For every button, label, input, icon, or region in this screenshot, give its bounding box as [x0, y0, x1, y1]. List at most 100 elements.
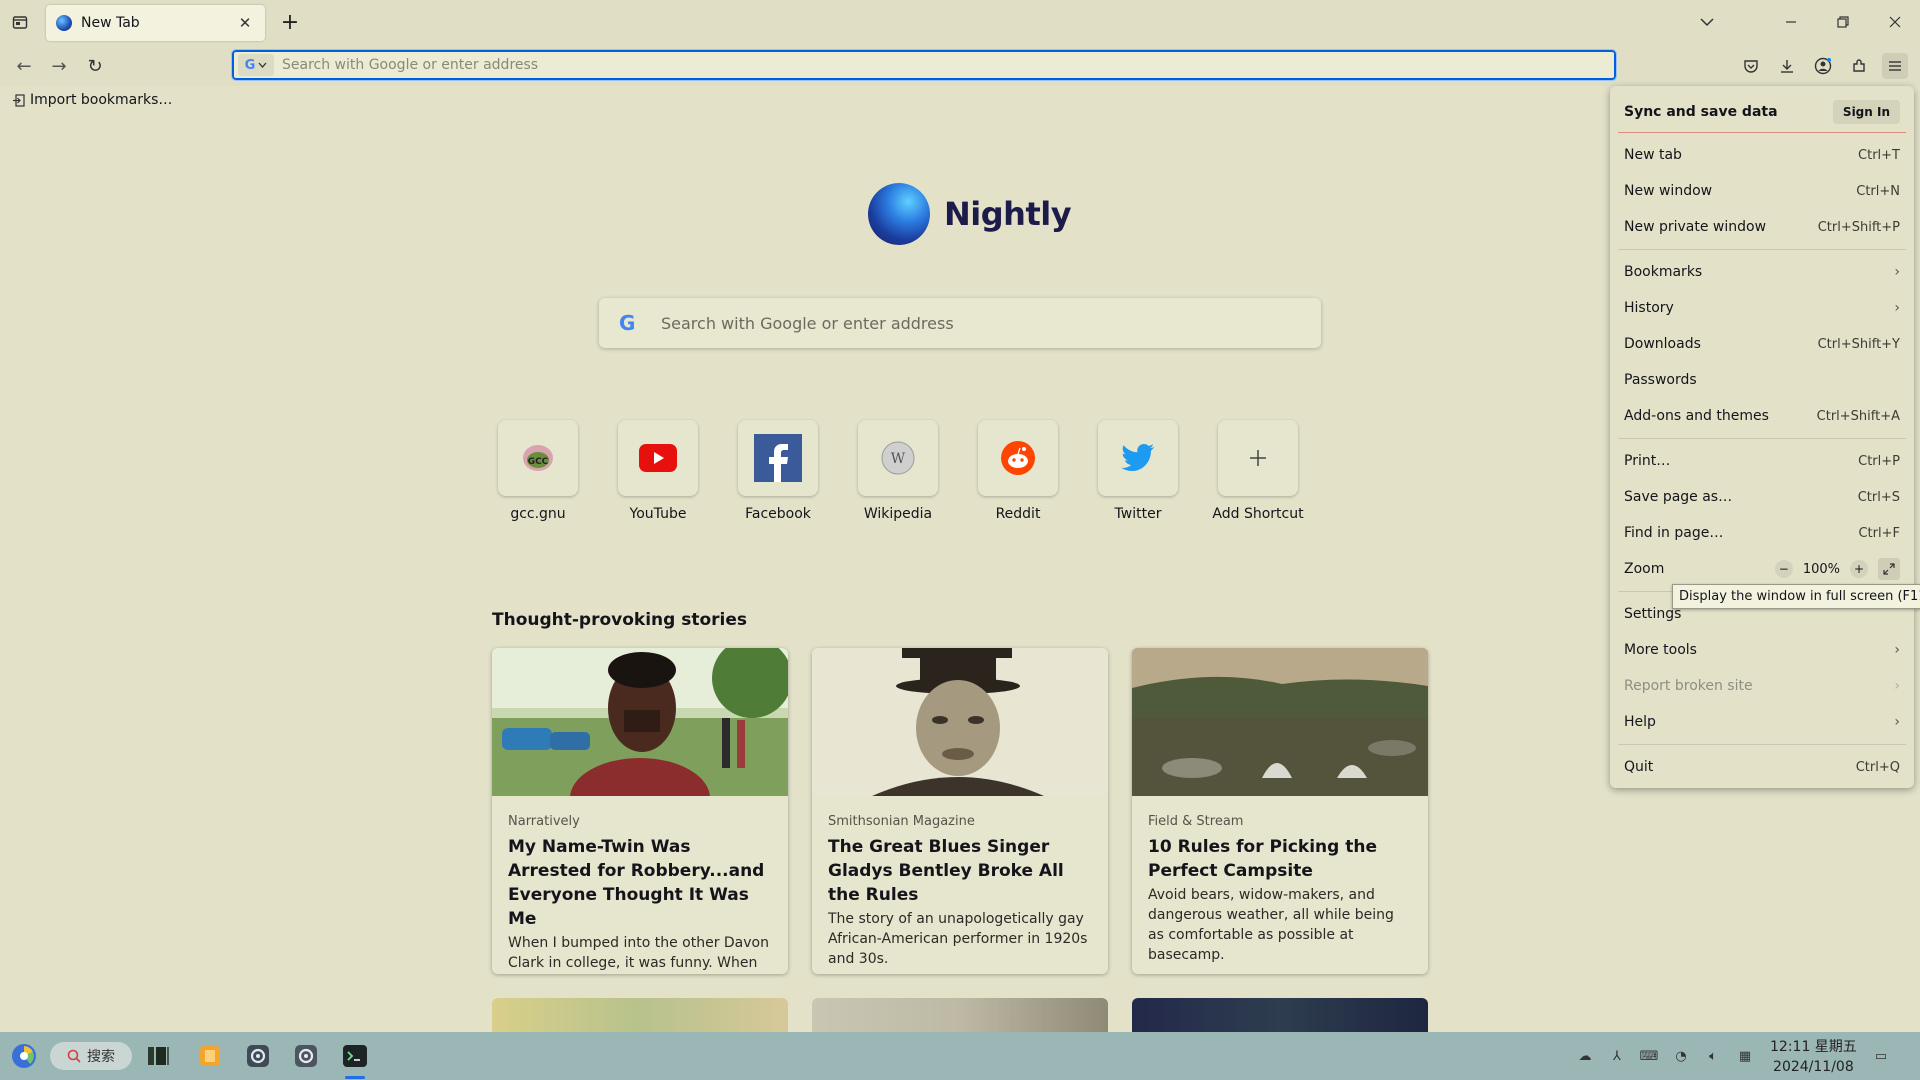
shortcut-label: Twitter — [1114, 506, 1162, 522]
list-all-tabs-icon[interactable] — [1692, 10, 1722, 34]
file-manager-icon[interactable] — [196, 1042, 224, 1070]
fullscreen-icon[interactable] — [1878, 558, 1900, 580]
menu-separator — [1618, 744, 1906, 745]
zoom-out-icon[interactable]: − — [1774, 560, 1793, 578]
menu-bookmarks[interactable]: Bookmarks › — [1618, 254, 1906, 290]
story-card[interactable] — [812, 998, 1108, 1032]
menu-downloads[interactable]: Downloads Ctrl+Shift+Y — [1618, 326, 1906, 362]
stories-grid: Narratively My Name-Twin Was Arrested fo… — [492, 648, 1428, 974]
control-center-icon[interactable] — [292, 1042, 320, 1070]
taskbar-search[interactable]: 搜索 — [50, 1042, 132, 1070]
extensions-icon[interactable] — [1846, 53, 1872, 79]
story-card[interactable]: Field & Stream 10 Rules for Picking the … — [1132, 648, 1428, 974]
story-card[interactable] — [492, 998, 788, 1032]
reload-icon[interactable]: ↻ — [82, 53, 108, 79]
story-card[interactable]: Narratively My Name-Twin Was Arrested fo… — [492, 648, 788, 974]
start-menu-icon[interactable] — [8, 1042, 40, 1070]
menu-new-private-window[interactable]: New private window Ctrl+Shift+P — [1618, 209, 1906, 245]
menu-quit[interactable]: Quit Ctrl+Q — [1618, 749, 1906, 785]
search-engine-button[interactable]: G — [238, 54, 274, 76]
import-bookmarks-button[interactable]: Import bookmarks… — [12, 92, 172, 108]
menu-new-tab[interactable]: New tab Ctrl+T — [1618, 137, 1906, 173]
menu-item-shortcut: Ctrl+F — [1858, 525, 1900, 541]
shortcut-label: Reddit — [995, 506, 1041, 522]
close-window-icon[interactable] — [1880, 10, 1910, 34]
menu-item-label: Downloads — [1624, 336, 1701, 352]
shortcut-reddit[interactable]: Reddit — [978, 420, 1058, 522]
settings-app-icon[interactable] — [244, 1042, 272, 1070]
account-icon[interactable] — [1810, 53, 1836, 79]
taskbar: 搜索 ☁ ⅄ ⌨ ◔ 🔈︎ ▦ 12:11 星期五 2024/11/08 ▭ — [0, 1032, 1920, 1080]
app-menu-icon[interactable] — [1882, 53, 1908, 79]
menu-item-shortcut: Ctrl+Q — [1855, 759, 1900, 775]
terminal-icon[interactable] — [340, 1042, 370, 1070]
menu-help[interactable]: Help › — [1618, 704, 1906, 740]
notifications-icon[interactable]: ▭ — [1872, 1047, 1890, 1065]
menu-save-page[interactable]: Save page as… Ctrl+S — [1618, 479, 1906, 515]
story-source: Narratively — [508, 814, 580, 829]
menu-item-label: Save page as… — [1624, 489, 1733, 505]
stories-heading: Thought-provoking stories — [492, 610, 748, 630]
import-bookmarks-label: Import bookmarks… — [30, 92, 173, 108]
zoom-value[interactable]: 100% — [1803, 562, 1840, 577]
menu-item-label: New private window — [1624, 219, 1767, 235]
story-card[interactable]: Smithsonian Magazine The Great Blues Sin… — [812, 648, 1108, 974]
shortcut-gcc[interactable]: GCC gcc.gnu — [498, 420, 578, 522]
menu-item-label: Report broken site — [1624, 678, 1753, 694]
zoom-in-icon[interactable]: + — [1850, 560, 1868, 578]
restore-icon[interactable] — [1828, 10, 1858, 34]
shortcut-twitter[interactable]: Twitter — [1098, 420, 1178, 522]
tab-new-tab[interactable]: New Tab ✕ — [46, 5, 265, 41]
menu-report-broken-site: Report broken site › — [1618, 668, 1906, 704]
menu-item-label: New window — [1624, 183, 1713, 199]
chevron-right-icon: › — [1894, 300, 1900, 316]
close-tab-icon[interactable]: ✕ — [235, 13, 255, 33]
menu-more-tools[interactable]: More tools › — [1618, 632, 1906, 668]
input-method-icon[interactable]: ⅄ — [1608, 1047, 1626, 1065]
network-tray-icon[interactable]: ☁ — [1576, 1047, 1594, 1065]
menu-addons[interactable]: Add-ons and themes Ctrl+Shift+A — [1618, 398, 1906, 434]
address-bar: G — [231, 49, 1617, 81]
shortcut-label: Facebook — [745, 506, 811, 522]
menu-passwords[interactable]: Passwords — [1618, 362, 1906, 398]
forward-icon[interactable]: → — [46, 53, 72, 79]
menu-item-shortcut: Ctrl+S — [1857, 489, 1900, 505]
back-icon[interactable]: ← — [11, 53, 37, 79]
task-view-icon[interactable] — [144, 1042, 172, 1070]
keyboard-icon[interactable]: ⌨ — [1640, 1047, 1659, 1065]
volume-icon[interactable]: 🔈︎ — [1704, 1047, 1722, 1065]
new-tab-button[interactable]: + — [278, 10, 302, 35]
shortcut-youtube[interactable]: YouTube — [618, 420, 698, 522]
calendar-icon[interactable]: ▦ — [1736, 1047, 1754, 1065]
firefox-view-icon[interactable] — [8, 10, 32, 34]
story-card[interactable] — [1132, 998, 1428, 1032]
story-title: My Name-Twin Was Arrested for Robbery...… — [508, 837, 765, 929]
story-title: 10 Rules for Picking the Perfect Campsit… — [1148, 837, 1377, 881]
story-excerpt: The story of an unapologetically gay Afr… — [828, 911, 1088, 967]
pocket-icon[interactable] — [1738, 53, 1764, 79]
tab-title: New Tab — [81, 15, 140, 31]
chevron-right-icon: › — [1894, 264, 1900, 280]
minimize-icon[interactable] — [1776, 10, 1806, 34]
sync-row: Sync and save data Sign In — [1618, 92, 1906, 132]
wikipedia-icon: W — [881, 441, 915, 475]
google-icon: G — [244, 57, 256, 73]
shortcut-wikipedia[interactable]: W Wikipedia — [858, 420, 938, 522]
url-input[interactable] — [282, 53, 1614, 77]
shortcut-facebook[interactable]: Facebook — [738, 420, 818, 522]
add-shortcut-button[interactable]: Add Shortcut — [1212, 420, 1304, 522]
downloads-icon[interactable] — [1774, 53, 1800, 79]
menu-find-in-page[interactable]: Find in page… Ctrl+F — [1618, 515, 1906, 551]
shortcut-tile — [1218, 420, 1298, 496]
search-icon — [67, 1049, 81, 1063]
menu-print[interactable]: Print… Ctrl+P — [1618, 443, 1906, 479]
sign-in-button[interactable]: Sign In — [1832, 100, 1900, 124]
menu-new-window[interactable]: New window Ctrl+N — [1618, 173, 1906, 209]
wifi-icon[interactable]: ◔ — [1672, 1047, 1690, 1065]
menu-history[interactable]: History › — [1618, 290, 1906, 326]
brand-name: Nightly — [944, 195, 1072, 233]
import-icon — [13, 93, 25, 107]
newtab-search-box[interactable]: G Search with Google or enter address — [599, 298, 1321, 348]
clock[interactable]: 12:11 星期五 2024/11/08 — [1770, 1037, 1857, 1077]
story-source: Field & Stream — [1148, 814, 1244, 829]
